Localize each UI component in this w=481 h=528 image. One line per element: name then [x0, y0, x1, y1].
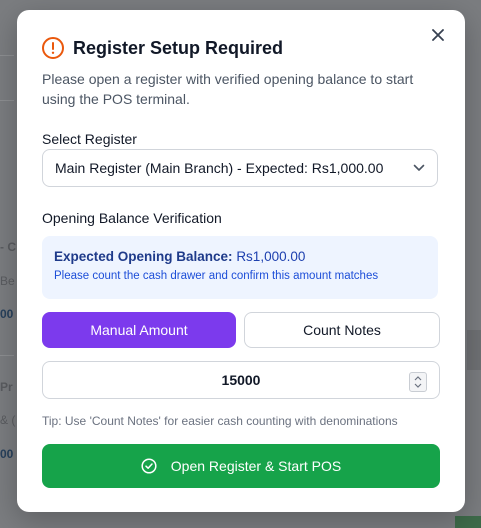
- tip-text: Tip: Use 'Count Notes' for easier cash c…: [42, 414, 398, 428]
- open-register-label: Open Register & Start POS: [170, 458, 342, 474]
- chevron-down-icon: [413, 164, 425, 172]
- bg-panel: [467, 330, 481, 370]
- register-select-value: Main Register (Main Branch) - Expected: …: [55, 160, 384, 176]
- expected-balance-line: Expected Opening Balance: Rs1,000.00: [54, 249, 426, 264]
- number-stepper[interactable]: [409, 372, 427, 392]
- bg-green-button: [455, 516, 481, 528]
- stepper-down-icon[interactable]: [414, 383, 422, 388]
- bg-fragment: Be: [0, 274, 15, 288]
- bg-fragment: 00: [0, 307, 14, 321]
- verification-label: Opening Balance Verification: [42, 210, 222, 226]
- close-icon[interactable]: [429, 26, 447, 44]
- register-select[interactable]: Main Register (Main Branch) - Expected: …: [42, 149, 438, 187]
- bg-fragment: Pr: [0, 380, 13, 394]
- modal-title: Register Setup Required: [73, 37, 284, 58]
- bg-fragment: 00: [0, 447, 14, 461]
- modal-description: Please open a register with verified ope…: [42, 71, 414, 107]
- bg-divider: [0, 355, 14, 356]
- modal-header: Register Setup Required: [41, 36, 283, 60]
- alert-circle-icon: [41, 36, 65, 60]
- register-setup-modal: Register Setup Required Please open a re…: [17, 10, 465, 512]
- select-register-label: Select Register: [42, 131, 137, 147]
- bg-divider: [0, 100, 14, 101]
- bg-fragment: & (: [0, 413, 16, 427]
- bg-divider: [0, 55, 14, 56]
- open-register-button[interactable]: Open Register & Start POS: [42, 444, 440, 488]
- expected-balance-label: Expected Opening Balance:: [54, 249, 233, 264]
- bg-fragment: - C: [0, 240, 16, 254]
- opening-amount-input[interactable]: 15000: [42, 361, 440, 399]
- opening-amount-value: 15000: [221, 372, 261, 388]
- check-circle-icon: [141, 458, 157, 474]
- expected-balance-value: Rs1,000.00: [236, 249, 306, 264]
- tab-manual-amount[interactable]: Manual Amount: [42, 312, 236, 348]
- tab-count-notes[interactable]: Count Notes: [244, 312, 440, 348]
- expected-balance-box: Expected Opening Balance: Rs1,000.00 Ple…: [42, 236, 438, 299]
- expected-balance-hint: Please count the cash drawer and confirm…: [54, 270, 379, 282]
- stepper-up-icon[interactable]: [414, 376, 422, 381]
